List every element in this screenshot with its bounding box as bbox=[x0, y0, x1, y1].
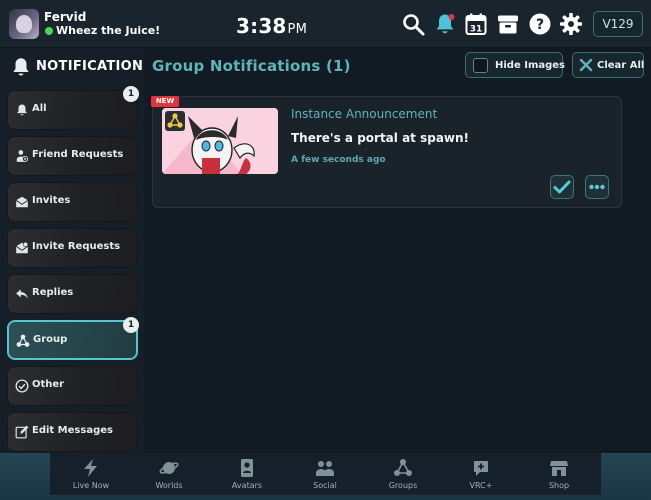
dock-label: VRC+ bbox=[469, 481, 493, 490]
accept-button[interactable] bbox=[550, 175, 574, 199]
avatar[interactable] bbox=[9, 9, 39, 39]
sidebar-item-invites[interactable]: Invites bbox=[7, 182, 138, 222]
sidebar-item-label: Replies bbox=[32, 287, 74, 298]
unread-badge: 1 bbox=[123, 317, 139, 333]
close-icon bbox=[579, 58, 593, 72]
dock-label: Groups bbox=[388, 481, 418, 490]
lightning-icon bbox=[81, 458, 101, 478]
dock-label: Avatars bbox=[231, 481, 263, 490]
sidebar-item-label: Other bbox=[32, 379, 65, 390]
dock-label: Worlds bbox=[155, 481, 183, 490]
notification-message: There's a portal at spawn! bbox=[291, 131, 470, 145]
dock-worlds[interactable]: Worlds bbox=[130, 453, 208, 495]
top-bar: Fervid Wheez the Juice! 3:38PM 31 ? V129 bbox=[0, 0, 651, 48]
people-icon bbox=[315, 458, 335, 478]
sidebar: NOTIFICATIONS All 1 Friend Requests Invi… bbox=[0, 48, 153, 453]
calendar-icon[interactable]: 31 bbox=[464, 12, 488, 36]
notification-type: Instance Announcement bbox=[291, 107, 438, 121]
reply-icon bbox=[15, 287, 29, 301]
gear-icon[interactable] bbox=[559, 12, 583, 36]
sidebar-item-label: All bbox=[32, 103, 47, 114]
inventory-icon[interactable] bbox=[496, 12, 520, 36]
sidebar-item-edit-messages[interactable]: Edit Messages bbox=[7, 412, 138, 452]
clock-time: 3:38 bbox=[236, 14, 287, 38]
search-icon[interactable] bbox=[401, 12, 425, 36]
sidebar-item-label: Edit Messages bbox=[32, 425, 113, 436]
svg-text:?: ? bbox=[536, 17, 544, 33]
sidebar-item-group[interactable]: Group bbox=[7, 320, 138, 360]
sidebar-item-replies[interactable]: Replies bbox=[7, 274, 138, 314]
new-badge: NEW bbox=[151, 96, 179, 107]
sidebar-item-other[interactable]: Other bbox=[7, 366, 138, 406]
edit-icon bbox=[15, 425, 29, 439]
sidebar-item-label: Invites bbox=[32, 195, 71, 206]
checkmark-icon bbox=[553, 180, 571, 194]
notification-time: A few seconds ago bbox=[291, 155, 386, 165]
more-icon bbox=[589, 184, 605, 190]
friend-request-icon bbox=[15, 149, 29, 163]
group-icon bbox=[393, 458, 413, 478]
online-status-icon bbox=[45, 27, 53, 35]
dock-groups[interactable]: Groups bbox=[364, 453, 442, 495]
clock-ampm: PM bbox=[287, 22, 308, 37]
envelope-request-icon bbox=[15, 241, 29, 255]
dock-live-now[interactable]: Live Now bbox=[52, 453, 130, 495]
unread-badge: 1 bbox=[123, 86, 139, 102]
vrc-plus-icon bbox=[471, 458, 491, 478]
sidebar-item-invite-requests[interactable]: Invite Requests bbox=[7, 228, 138, 268]
bell-icon bbox=[13, 58, 29, 76]
user-name: Fervid bbox=[44, 10, 87, 24]
clock: 3:38PM bbox=[236, 14, 307, 38]
credits-balance[interactable]: V129 bbox=[593, 11, 643, 37]
sidebar-item-label: Friend Requests bbox=[32, 149, 124, 160]
dock-label: Live Now bbox=[72, 481, 110, 490]
bottom-dock: Live Now Worlds Avatars Social Groups VR… bbox=[50, 453, 601, 495]
dock-vrc-plus[interactable]: VRC+ bbox=[442, 453, 520, 495]
sidebar-title: NOTIFICATIONS bbox=[36, 59, 153, 74]
main-panel: Group Notifications (1) Hide Images Clea… bbox=[144, 48, 651, 453]
avatar-icon bbox=[237, 458, 257, 478]
hide-images-button[interactable]: Hide Images bbox=[465, 52, 565, 78]
help-icon[interactable]: ? bbox=[528, 12, 552, 36]
dock-avatars[interactable]: Avatars bbox=[208, 453, 286, 495]
notification-card[interactable]: NEW Instance Announcement There's a port… bbox=[151, 96, 622, 208]
more-options-button[interactable] bbox=[585, 175, 609, 199]
clear-all-button[interactable]: Clear All bbox=[572, 52, 644, 78]
group-icon bbox=[16, 334, 30, 348]
calendar-day: 31 bbox=[470, 25, 483, 35]
bell-icon bbox=[15, 103, 29, 117]
hide-images-label: Hide Images bbox=[495, 60, 565, 71]
user-status: Wheez the Juice! bbox=[56, 24, 161, 37]
sidebar-item-friend-requests[interactable]: Friend Requests bbox=[7, 136, 138, 176]
check-circle-icon bbox=[15, 379, 29, 393]
clear-all-label: Clear All bbox=[597, 60, 645, 71]
planet-icon bbox=[159, 458, 179, 478]
sidebar-item-all[interactable]: All bbox=[7, 90, 138, 130]
dock-social[interactable]: Social bbox=[286, 453, 364, 495]
page-title: Group Notifications (1) bbox=[152, 57, 351, 75]
sidebar-item-label: Group bbox=[33, 334, 68, 345]
hide-images-checkbox[interactable] bbox=[473, 58, 488, 73]
sidebar-item-label: Invite Requests bbox=[32, 241, 121, 252]
dock-shop[interactable]: Shop bbox=[520, 453, 598, 495]
notification-image bbox=[162, 108, 278, 174]
envelope-icon bbox=[15, 195, 29, 209]
shop-icon bbox=[549, 458, 569, 478]
dock-label: Social bbox=[313, 481, 337, 490]
bell-icon[interactable] bbox=[433, 12, 457, 36]
dock-label: Shop bbox=[548, 481, 570, 490]
